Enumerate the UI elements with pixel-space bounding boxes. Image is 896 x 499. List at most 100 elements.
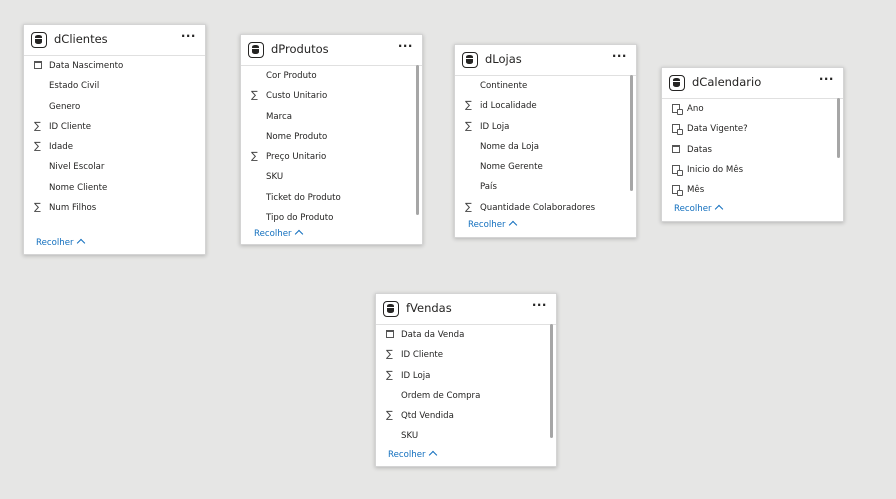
table-header[interactable]: dCalendario ··· <box>662 68 843 99</box>
more-options-icon[interactable]: ··· <box>532 298 547 312</box>
field-item[interactable]: Data Nascimento <box>24 57 205 77</box>
field-list: Continente ∑ id Localidade ∑ ID Loja Nome da … <box>455 77 636 219</box>
more-options-icon[interactable]: ··· <box>819 72 834 86</box>
field-item[interactable]: Nome Cliente <box>24 179 205 199</box>
field-item[interactable]: Mês <box>662 181 843 201</box>
field-item[interactable]: Nome Produto <box>241 128 422 148</box>
field-item[interactable]: Nome Gerente <box>455 158 636 178</box>
field-icon-blank <box>251 70 262 82</box>
field-list: Data da Venda ∑ ID Cliente ∑ ID Loja Ordem de… <box>376 326 556 448</box>
field-item[interactable]: SKU <box>241 168 422 188</box>
collapse-link[interactable]: Recolher <box>674 204 723 214</box>
scrollbar[interactable] <box>837 98 840 158</box>
field-label: Num Filhos <box>49 203 97 214</box>
table-card-dcalendario[interactable]: dCalendario ··· Ano Data Vigente? Datas Ini… <box>661 67 844 222</box>
table-card-dclientes[interactable]: dClientes ··· Data Nascimento Estado Civi… <box>23 24 206 255</box>
more-options-icon[interactable]: ··· <box>612 49 627 63</box>
field-item[interactable]: SKU <box>376 427 556 447</box>
sigma-icon: ∑ <box>251 90 258 102</box>
collapse-label: Recolher <box>388 450 426 460</box>
field-icon-blank <box>465 141 476 153</box>
field-item[interactable]: Data Vigente? <box>662 120 843 140</box>
table-title: dLojas <box>485 52 522 66</box>
table-header[interactable]: dProdutos ··· <box>241 35 422 66</box>
field-item[interactable]: Marca <box>241 108 422 128</box>
field-item[interactable]: ∑ ID Loja <box>455 118 636 138</box>
field-label: Inicio do Mês <box>687 164 744 175</box>
field-list: Data Nascimento Estado Civil Genero ∑ ID Cli… <box>24 57 205 219</box>
field-item[interactable]: Ordem de Compra <box>376 387 556 407</box>
field-label: Continente <box>480 81 528 91</box>
field-item[interactable]: País <box>455 178 636 198</box>
field-label: Nome Cliente <box>49 182 108 193</box>
field-label: Ticket do Produto <box>266 192 341 203</box>
field-item[interactable]: ∑ ID Cliente <box>24 118 205 138</box>
collapse-link[interactable]: Recolher <box>36 238 85 248</box>
field-item[interactable]: ∑ Num Filhos <box>24 199 205 219</box>
table-header[interactable]: dClientes ··· <box>24 25 205 56</box>
field-label: ID Loja <box>401 370 431 381</box>
field-item[interactable]: ∑ Custo Unitario <box>241 87 422 107</box>
table-icon <box>383 301 399 317</box>
field-label: Ordem de Compra <box>401 390 481 401</box>
field-item[interactable]: ∑ Quantidade Colaboradores <box>455 199 636 219</box>
field-item[interactable]: ∑ Qtd Vendida <box>376 407 556 427</box>
chevron-up-icon <box>714 204 723 214</box>
more-options-icon[interactable]: ··· <box>181 29 196 43</box>
field-item[interactable]: Data da Venda <box>376 326 556 346</box>
field-item[interactable]: Inicio do Mês <box>662 161 843 181</box>
field-icon-blank <box>251 171 262 183</box>
field-item[interactable]: ∑ Idade <box>24 138 205 158</box>
field-item[interactable]: ∑ Preço Unitario <box>241 148 422 168</box>
field-item[interactable]: Nome da Loja <box>455 138 636 158</box>
collapse-link[interactable]: Recolher <box>388 450 437 460</box>
sigma-icon: ∑ <box>386 349 393 361</box>
field-label: Cor Produto <box>266 71 317 81</box>
field-icon-blank <box>34 161 45 173</box>
field-item[interactable]: Nivel Escolar <box>24 158 205 178</box>
field-icon-blank <box>251 192 262 204</box>
field-item[interactable]: ∑ id Localidade <box>455 97 636 117</box>
table-header[interactable]: dLojas ··· <box>455 45 636 76</box>
field-label: SKU <box>266 172 284 183</box>
field-item[interactable]: Tipo do Produto <box>241 209 422 229</box>
field-item[interactable]: ∑ ID Loja <box>376 367 556 387</box>
scrollbar[interactable] <box>630 75 633 191</box>
field-icon-blank <box>386 430 397 442</box>
field-item[interactable]: Continente <box>455 77 636 97</box>
field-item[interactable]: Datas <box>662 141 843 161</box>
scrollbar[interactable] <box>416 65 419 215</box>
table-card-fvendas[interactable]: fVendas ··· Data da Venda ∑ ID Cliente ∑ ID … <box>375 293 557 467</box>
chevron-up-icon <box>508 220 517 230</box>
sigma-icon: ∑ <box>465 100 472 112</box>
field-label: Custo Unitario <box>266 91 328 102</box>
field-item[interactable]: Ticket do Produto <box>241 189 422 209</box>
table-card-dlojas[interactable]: dLojas ··· Continente ∑ id Localidade ∑ ID L… <box>454 44 637 238</box>
sigma-icon: ∑ <box>386 410 393 422</box>
field-icon-blank <box>465 161 476 173</box>
field-label: ID Cliente <box>49 121 92 132</box>
table-title: fVendas <box>406 301 452 315</box>
field-item[interactable]: ∑ ID Cliente <box>376 346 556 366</box>
field-label: Nome Gerente <box>480 162 543 173</box>
table-icon <box>462 52 478 68</box>
field-item[interactable]: Genero <box>24 98 205 118</box>
field-label: Ano <box>687 104 704 114</box>
field-item[interactable]: Cor Produto <box>241 67 422 87</box>
field-item[interactable]: Ano <box>662 100 843 120</box>
field-icon-blank <box>251 131 262 143</box>
field-label: Marca <box>266 111 293 122</box>
table-header[interactable]: fVendas ··· <box>376 294 556 325</box>
field-item[interactable]: Estado Civil <box>24 77 205 97</box>
field-label: Data Nascimento <box>49 61 124 71</box>
collapse-link[interactable]: Recolher <box>254 229 303 239</box>
field-label: ID Loja <box>480 121 510 132</box>
field-icon-blank <box>34 80 45 92</box>
collapse-link[interactable]: Recolher <box>468 220 517 230</box>
field-icon-blank <box>251 212 262 224</box>
table-card-dprodutos[interactable]: dProdutos ··· Cor Produto ∑ Custo Unitario… <box>240 34 423 245</box>
table-icon <box>669 75 685 91</box>
calculated-column-icon <box>672 164 683 176</box>
scrollbar[interactable] <box>550 324 553 438</box>
more-options-icon[interactable]: ··· <box>398 39 413 53</box>
